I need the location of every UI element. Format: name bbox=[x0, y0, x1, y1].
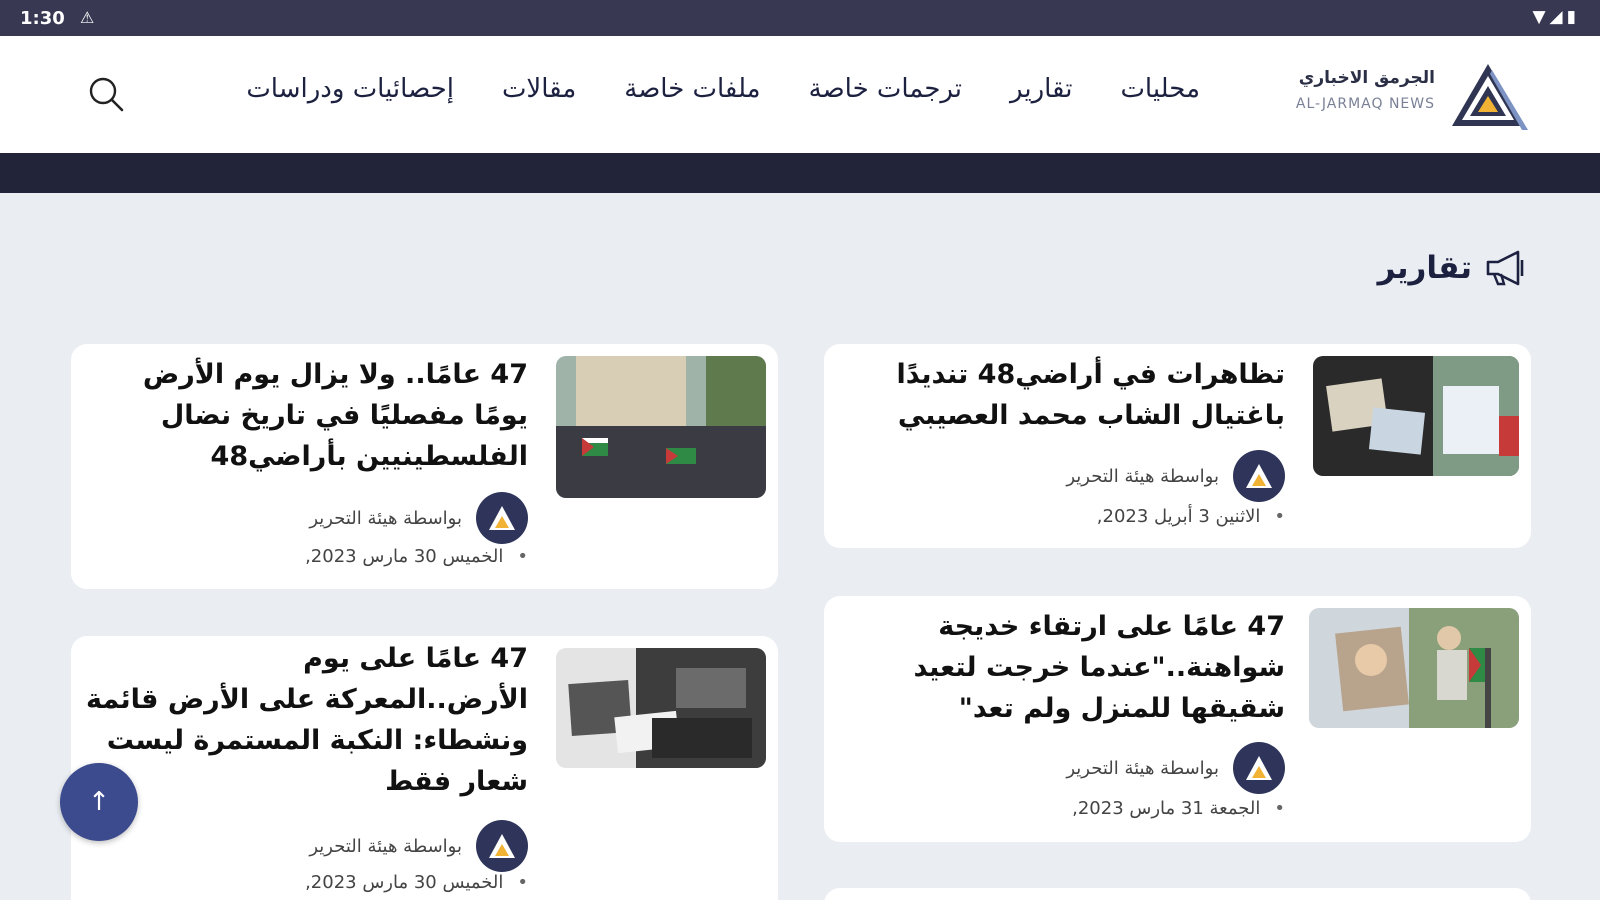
article-author: بواسطة هيئة التحرير bbox=[309, 492, 528, 544]
article-date: •الخميس 30 مارس 2023, bbox=[305, 546, 528, 567]
author-avatar bbox=[476, 820, 528, 872]
search-icon[interactable] bbox=[86, 74, 126, 114]
author-avatar bbox=[476, 492, 528, 544]
section-title: تقارير bbox=[1377, 250, 1472, 286]
article-author: بواسطة هيئة التحرير bbox=[1066, 450, 1285, 502]
article-thumbnail[interactable] bbox=[556, 356, 766, 498]
article-author: بواسطة هيئة التحرير bbox=[309, 820, 528, 872]
article-author: بواسطة هيئة التحرير bbox=[1066, 742, 1285, 794]
brand-name-arabic: الجرمق الاخباري bbox=[1298, 68, 1435, 88]
nav-item-articles[interactable]: مقالات bbox=[502, 74, 576, 104]
article-card[interactable]: 47 عامًا على ارتقاء خديجة شواهنة.."عندما… bbox=[824, 596, 1531, 842]
article-card[interactable]: 47 عامًا.. ولا يزال يوم الأرض يومًا مفصل… bbox=[71, 344, 778, 589]
brand-name[interactable]: الجرمق الاخباري AL-JARMAQ NEWS bbox=[1296, 68, 1435, 112]
brand-logo[interactable] bbox=[1448, 60, 1528, 132]
scroll-to-top-button[interactable]: ↑ bbox=[60, 763, 138, 841]
article-title[interactable]: 47 عامًا على ارتقاء خديجة شواهنة.."عندما… bbox=[855, 606, 1285, 729]
header-divider-bar bbox=[0, 153, 1600, 193]
article-thumbnail[interactable] bbox=[556, 648, 766, 768]
nav-item-translations[interactable]: ترجمات خاصة bbox=[809, 74, 962, 104]
arrow-up-icon: ↑ bbox=[88, 787, 110, 817]
author-avatar bbox=[1233, 450, 1285, 502]
article-title[interactable]: تظاهرات في أراضي48 تنديدًا باغتيال الشاب… bbox=[865, 354, 1285, 436]
main-nav: محليات تقارير ترجمات خاصة ملفات خاصة مقا… bbox=[246, 74, 1200, 104]
megaphone-icon bbox=[1486, 250, 1524, 286]
author-avatar bbox=[1233, 742, 1285, 794]
article-card[interactable]: تظاهرات في أراضي48 تنديدًا باغتيال الشاب… bbox=[824, 344, 1531, 548]
article-card[interactable] bbox=[824, 888, 1531, 900]
article-thumbnail[interactable] bbox=[1309, 608, 1519, 728]
article-title[interactable]: 47 عامًا.. ولا يزال يوم الأرض يومًا مفصل… bbox=[88, 354, 528, 477]
article-date: •الجمعة 31 مارس 2023, bbox=[1072, 798, 1285, 819]
nav-item-statistics[interactable]: إحصائيات ودراسات bbox=[246, 74, 454, 104]
status-time: 1:30 bbox=[20, 8, 65, 29]
article-date: •الاثنين 3 أبريل 2023, bbox=[1096, 506, 1285, 527]
article-card[interactable]: 47 عامًا على يوم الأرض..المعركة على الأر… bbox=[71, 636, 778, 900]
nav-item-local[interactable]: محليات bbox=[1120, 74, 1200, 104]
nav-item-special-files[interactable]: ملفات خاصة bbox=[624, 74, 760, 104]
brand-name-english: AL-JARMAQ NEWS bbox=[1295, 96, 1435, 112]
section-header: تقارير bbox=[1378, 248, 1532, 288]
article-thumbnail[interactable] bbox=[1313, 356, 1519, 476]
status-bar: 1:30 ⚠ ▼◢▮ bbox=[0, 0, 1600, 36]
article-date: •الخميس 30 مارس 2023, bbox=[305, 872, 528, 893]
system-status-icons: ▼◢▮ bbox=[1532, 7, 1580, 27]
nav-item-reports[interactable]: تقارير bbox=[1010, 74, 1072, 104]
article-title[interactable]: 47 عامًا على يوم الأرض..المعركة على الأر… bbox=[78, 638, 528, 802]
warning-triangle-icon: ⚠ bbox=[80, 8, 95, 27]
site-header: الجرمق الاخباري AL-JARMAQ NEWS محليات تق… bbox=[0, 36, 1600, 153]
